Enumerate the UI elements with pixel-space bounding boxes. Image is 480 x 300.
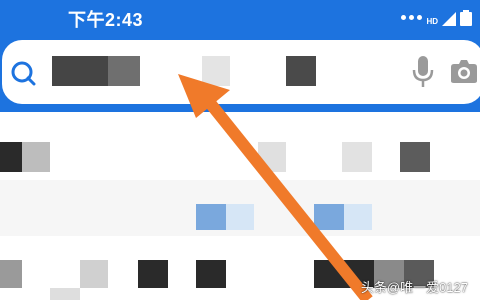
camera-icon[interactable] bbox=[450, 58, 478, 89]
battery-icon bbox=[460, 10, 472, 26]
blurred-tile bbox=[258, 142, 286, 172]
blurred-tile bbox=[400, 142, 430, 172]
blurred-tile bbox=[196, 204, 226, 230]
blurred-tile bbox=[138, 260, 168, 288]
search-input[interactable] bbox=[52, 56, 316, 86]
watermark: 头条@唯一爱0127 bbox=[360, 280, 468, 295]
network-badge: HD bbox=[426, 8, 438, 26]
search-icon[interactable] bbox=[10, 60, 36, 91]
blurred-tile bbox=[226, 204, 254, 230]
search-bar[interactable] bbox=[2, 40, 480, 104]
blurred-text bbox=[52, 56, 108, 86]
notification-dots-icon bbox=[401, 8, 423, 26]
blurred-tile bbox=[344, 204, 372, 230]
status-time: 下午2:43 bbox=[68, 10, 144, 30]
blurred-tile bbox=[0, 260, 22, 288]
blurred-tile bbox=[22, 142, 50, 172]
blurred-tile bbox=[196, 260, 226, 288]
blurred-tile bbox=[314, 204, 344, 230]
signal-icon bbox=[442, 12, 456, 26]
blurred-text bbox=[230, 56, 286, 86]
blurred-tile bbox=[342, 142, 372, 172]
content-area bbox=[0, 112, 480, 300]
blurred-text bbox=[286, 56, 316, 86]
blurred-tile bbox=[50, 288, 80, 300]
status-icons: HD bbox=[401, 8, 472, 26]
status-bar: 下午2:43 HD bbox=[0, 0, 480, 34]
blurred-text bbox=[202, 56, 230, 86]
blurred-text bbox=[108, 56, 140, 86]
network-badge-label: HD bbox=[426, 17, 438, 26]
blurred-tile bbox=[0, 142, 22, 172]
blurred-tile bbox=[80, 260, 108, 288]
blurred-text bbox=[140, 56, 202, 86]
microphone-icon[interactable] bbox=[412, 56, 434, 93]
header: 下午2:43 HD bbox=[0, 0, 480, 112]
